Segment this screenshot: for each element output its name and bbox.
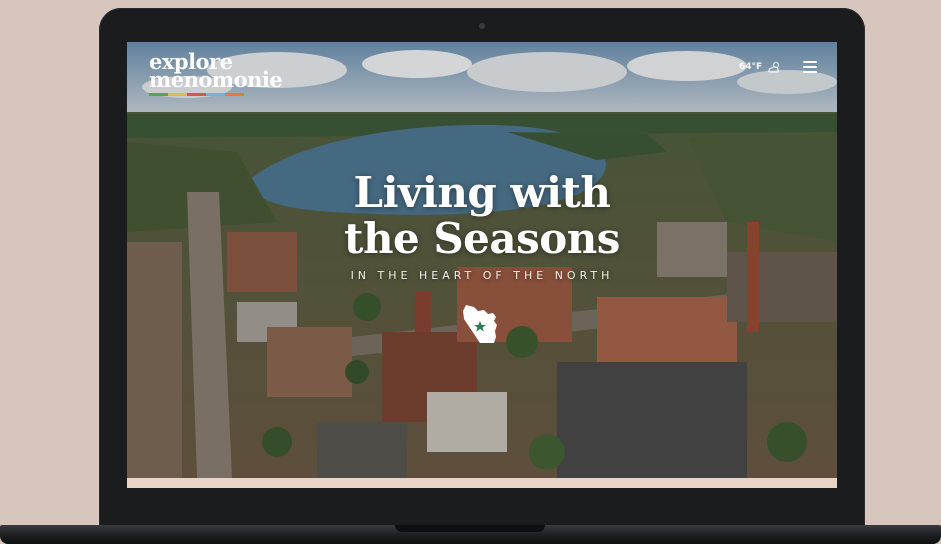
temperature-label: 64°F — [739, 62, 763, 72]
wisconsin-map-icon — [463, 305, 497, 343]
headline-line-2: the Seasons — [344, 214, 620, 263]
site-logo[interactable]: explore menomonie — [149, 51, 283, 96]
page-below-fold — [127, 478, 837, 488]
logo-stripe-segment — [206, 92, 225, 96]
logo-stripe-segment — [168, 92, 187, 96]
hero-headline: Living with the Seasons — [127, 170, 837, 262]
partly-cloudy-icon — [768, 62, 780, 73]
webcam-icon — [479, 23, 485, 29]
laptop-hinge-notch — [395, 525, 545, 532]
logo-stripe-segment — [225, 92, 244, 96]
logo-stripe-segment — [187, 92, 206, 96]
hamburger-menu-icon[interactable] — [803, 61, 817, 73]
website-screen: explore menomonie 64°F Living with the S… — [127, 42, 837, 488]
hero-tagline: IN THE HEART OF THE NORTH — [350, 269, 614, 282]
logo-stripe-segment — [149, 92, 168, 96]
logo-word-menomonie: menomonie — [149, 66, 283, 92]
weather-widget: 64°F — [739, 61, 781, 73]
headline-line-1: Living with — [353, 168, 611, 217]
logo-color-stripe — [149, 92, 282, 96]
